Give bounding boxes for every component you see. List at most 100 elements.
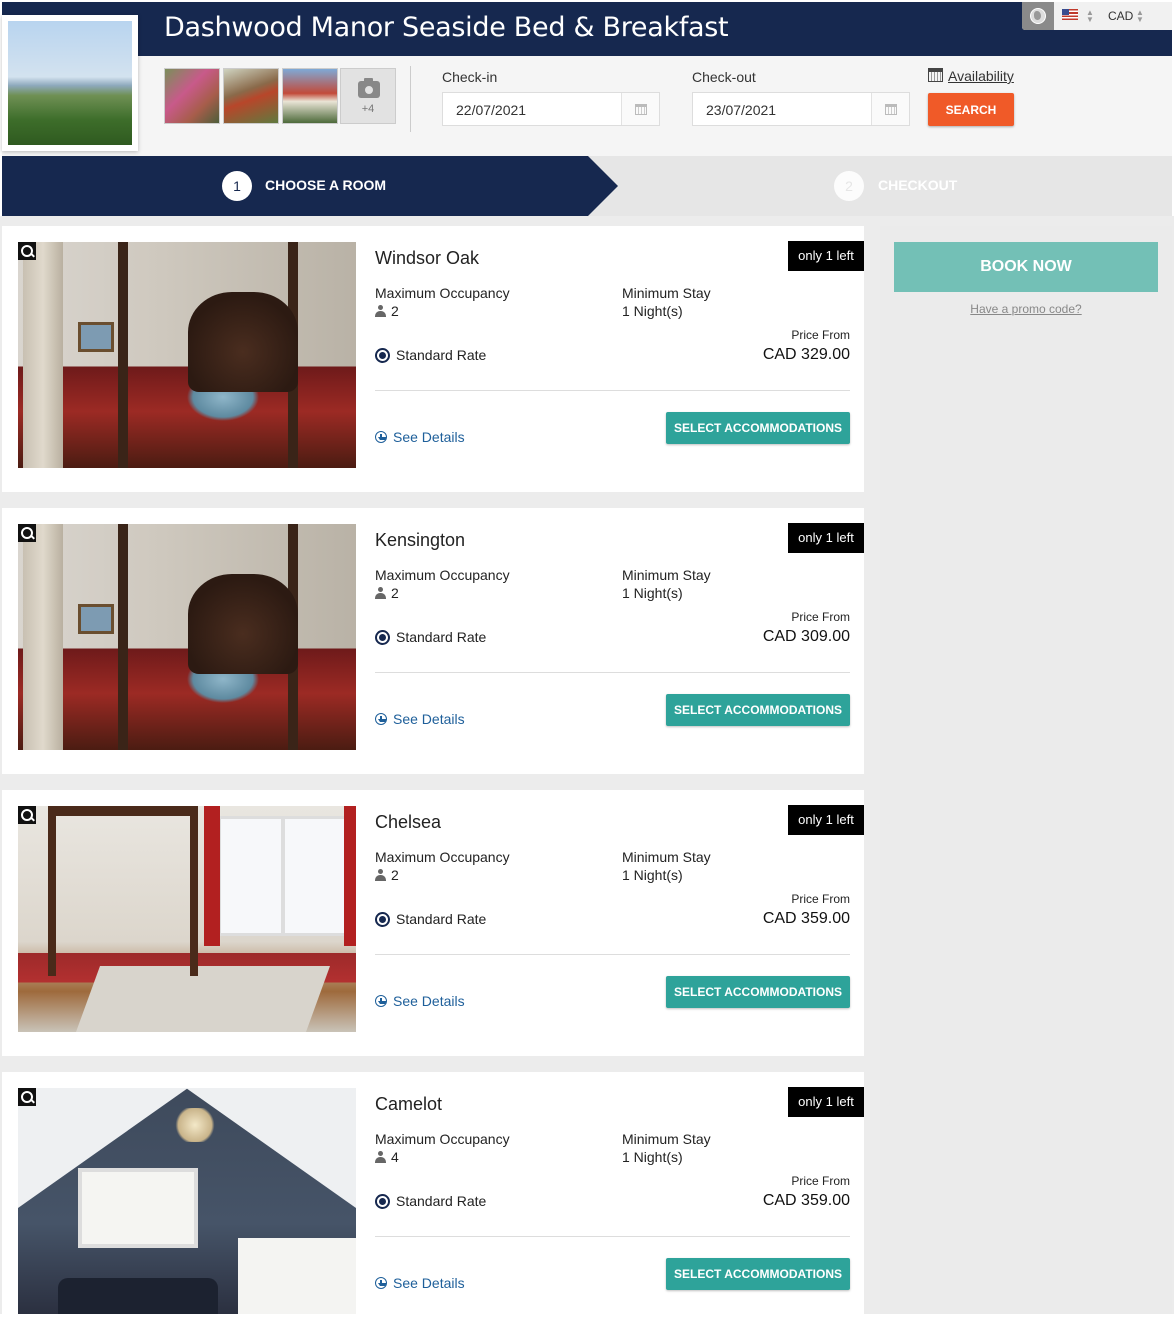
- us-flag-icon[interactable]: [1062, 9, 1078, 20]
- checkin-label: Check-in: [442, 69, 498, 85]
- see-details-label[interactable]: See Details: [393, 993, 465, 1009]
- room-photo-detail: [188, 292, 298, 392]
- more-photos-count: +4: [361, 103, 375, 115]
- select-accommodations-button[interactable]: SELECT ACCOMMODATIONS: [666, 694, 850, 726]
- rate-radio[interactable]: [375, 348, 390, 363]
- person-icon: [375, 305, 386, 317]
- zoom-icon[interactable]: [18, 242, 36, 260]
- see-details-label[interactable]: See Details: [393, 711, 465, 727]
- select-accommodations-button[interactable]: SELECT ACCOMMODATIONS: [666, 412, 850, 444]
- gallery-thumb-3[interactable]: [282, 68, 338, 124]
- room-photo[interactable]: [18, 524, 356, 750]
- promo-code-link[interactable]: Have a promo code?: [880, 302, 1172, 316]
- room-price: CAD 359.00: [762, 910, 850, 927]
- occupancy-number: 4: [391, 1149, 399, 1165]
- max-occupancy-label: Maximum Occupancy: [375, 1131, 510, 1147]
- currency-select[interactable]: CAD: [1108, 9, 1133, 23]
- checkout-value[interactable]: 23/07/2021: [706, 102, 776, 118]
- occupancy-number: 2: [391, 867, 399, 883]
- room-photo-detail: [78, 1168, 198, 1248]
- book-now-button[interactable]: BOOK NOW: [894, 242, 1158, 292]
- availability-label[interactable]: Availability: [948, 68, 1014, 84]
- divider: [375, 672, 850, 673]
- divider: [375, 1236, 850, 1237]
- step-arrow: [588, 156, 618, 216]
- rate-radio[interactable]: [375, 630, 390, 645]
- see-details-label[interactable]: See Details: [393, 1275, 465, 1291]
- checkin-calendar-button[interactable]: [621, 93, 659, 125]
- room-photo-detail: [78, 322, 114, 352]
- rate-radio[interactable]: [375, 912, 390, 927]
- currency-sort-icon: ▲ ▼: [1136, 8, 1144, 24]
- calendar-icon: [634, 103, 647, 115]
- gallery-thumb-2[interactable]: [223, 68, 279, 124]
- gallery-more-button[interactable]: +4: [340, 68, 396, 124]
- min-stay-value: 1 Night(s): [622, 867, 683, 883]
- max-occupancy-value: 2: [375, 585, 399, 601]
- room-price: CAD 359.00: [762, 1192, 850, 1209]
- locale-selector[interactable]: ▲ ▼ CAD ▲ ▼: [1022, 2, 1172, 30]
- room-name: Chelsea: [375, 812, 442, 832]
- checkin-value[interactable]: 22/07/2021: [456, 102, 526, 118]
- occupancy-number: 2: [391, 303, 399, 319]
- room-photo-detail: [23, 524, 63, 750]
- top-bar: Dashwood Manor Seaside Bed & Breakfast: [2, 2, 1172, 56]
- price-from-label: Price From: [791, 328, 850, 342]
- price-from-label: Price From: [791, 610, 850, 624]
- select-accommodations-button[interactable]: SELECT ACCOMMODATIONS: [666, 1258, 850, 1290]
- rate-label[interactable]: Standard Rate: [396, 911, 486, 927]
- min-stay-label: Minimum Stay: [622, 849, 711, 865]
- checkout-field[interactable]: 23/07/2021: [692, 92, 910, 126]
- expand-down-icon: [375, 713, 387, 725]
- zoom-icon[interactable]: [18, 1088, 36, 1106]
- room-photo[interactable]: [18, 1088, 356, 1314]
- availability-link[interactable]: Availability: [928, 68, 1014, 84]
- person-icon: [375, 1151, 386, 1163]
- room-photo-detail: [173, 1108, 217, 1142]
- room-photo[interactable]: [18, 242, 356, 468]
- step-label-choose-room: CHOOSE A ROOM: [265, 177, 387, 193]
- checkin-field[interactable]: 22/07/2021: [442, 92, 660, 126]
- globe-icon: [1030, 8, 1046, 24]
- rate-label[interactable]: Standard Rate: [396, 347, 486, 363]
- zoom-icon[interactable]: [18, 524, 36, 542]
- language-sort-icon: ▲ ▼: [1086, 8, 1094, 24]
- room-photo-detail: [186, 1088, 356, 1208]
- see-details-link[interactable]: See Details: [375, 993, 465, 1009]
- room-photo-detail: [188, 574, 298, 674]
- gallery-thumb-1[interactable]: [164, 68, 220, 124]
- see-details-link[interactable]: See Details: [375, 1275, 465, 1291]
- room-photo-detail: [48, 806, 198, 976]
- rate-radio[interactable]: [375, 1194, 390, 1209]
- hotel-photo[interactable]: [2, 15, 138, 151]
- camera-icon: [358, 78, 380, 98]
- room-photo-detail: [58, 1278, 218, 1314]
- expand-down-icon: [375, 995, 387, 1007]
- zoom-icon[interactable]: [18, 806, 36, 824]
- availability-badge: only 1 left: [788, 805, 864, 835]
- max-occupancy-value: 4: [375, 1149, 399, 1165]
- room-photo[interactable]: [18, 806, 356, 1032]
- max-occupancy-value: 2: [375, 303, 399, 319]
- step-label-checkout: CHECKOUT: [878, 177, 958, 193]
- see-details-label[interactable]: See Details: [393, 429, 465, 445]
- min-stay-value: 1 Night(s): [622, 585, 683, 601]
- search-button[interactable]: SEARCH: [928, 93, 1014, 126]
- room-photo-detail: [218, 816, 348, 936]
- language-button[interactable]: [1022, 2, 1054, 30]
- checkout-calendar-button[interactable]: [871, 93, 909, 125]
- room-card: Kensington only 1 left Maximum Occupancy…: [2, 508, 864, 774]
- expand-down-icon: [375, 431, 387, 443]
- step-number-1: 1: [222, 171, 252, 201]
- room-photo-detail: [23, 242, 63, 468]
- room-card: Chelsea only 1 left Maximum Occupancy 2 …: [2, 790, 864, 1056]
- select-accommodations-button[interactable]: SELECT ACCOMMODATIONS: [666, 976, 850, 1008]
- rate-label[interactable]: Standard Rate: [396, 1193, 486, 1209]
- occupancy-number: 2: [391, 585, 399, 601]
- max-occupancy-label: Maximum Occupancy: [375, 849, 510, 865]
- see-details-link[interactable]: See Details: [375, 711, 465, 727]
- see-details-link[interactable]: See Details: [375, 429, 465, 445]
- rate-label[interactable]: Standard Rate: [396, 629, 486, 645]
- checkout-label: Check-out: [692, 69, 756, 85]
- price-from-label: Price From: [791, 892, 850, 906]
